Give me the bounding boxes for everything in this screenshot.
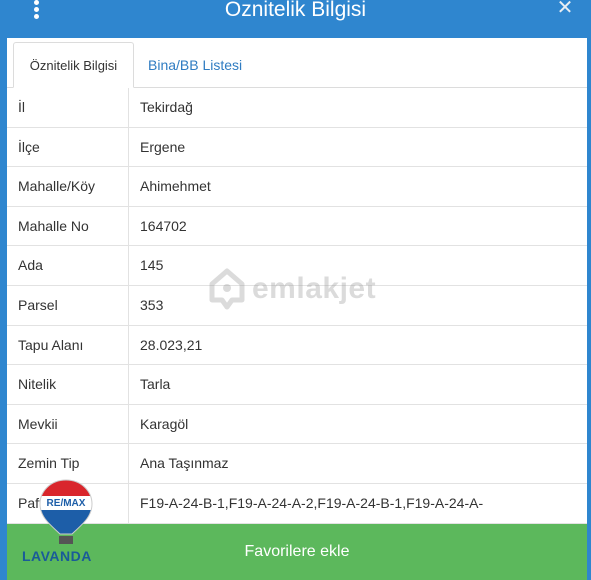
tab-attribute-info[interactable]: Öznitelik Bilgisi <box>13 42 134 88</box>
table-row: Mahalle No 164702 <box>7 206 587 247</box>
table-row: İl Tekirdağ <box>7 88 587 128</box>
table-row: Mahalle/Köy Ahimehmet <box>7 167 587 207</box>
row-value: Tekirdağ <box>140 99 193 115</box>
row-value: Tarla <box>140 376 171 393</box>
remax-brand-text: RE/MAX <box>47 498 86 509</box>
remax-balloon-icon: RE/MAX <box>39 479 93 544</box>
table-row: Mevkii Karagöl <box>7 404 587 445</box>
watermark-text: emlakjet <box>252 272 377 305</box>
row-value: 28.023,21 <box>140 336 203 353</box>
row-key: Mevkii <box>7 404 129 444</box>
emlakjet-watermark: emlakjet <box>208 266 388 312</box>
table-row: Nitelik Tarla <box>7 365 587 405</box>
row-key: İlçe <box>7 127 129 167</box>
row-value: 164702 <box>140 217 187 234</box>
attribute-info-modal: Öznitelik Bilgisi ✕ Öznitelik Bilgisi Bi… <box>0 0 591 580</box>
table-row: Tapu Alanı 28.023,21 <box>7 325 587 366</box>
table-row: İlçe Ergene <box>7 127 587 168</box>
row-value: Karagöl <box>140 415 189 432</box>
modal-border-right <box>587 38 591 580</box>
row-key: Parsel <box>7 285 129 325</box>
tab-bar: Öznitelik Bilgisi Bina/BB Listesi <box>7 38 587 88</box>
row-value: Ana Taşınmaz <box>140 455 229 472</box>
row-value: Ergene <box>140 138 186 155</box>
row-value: Ahimehmet <box>140 178 211 195</box>
remax-lavanda-logo: RE/MAX LAVANDA <box>18 474 118 580</box>
row-key: Ada <box>7 246 129 285</box>
modal-title: Öznitelik Bilgisi <box>224 0 367 21</box>
row-key: Tapu Alanı <box>7 325 129 365</box>
modal-border-left <box>0 38 7 580</box>
row-key: Nitelik <box>7 365 129 404</box>
office-name: LAVANDA <box>22 548 92 564</box>
close-icon[interactable]: ✕ <box>555 0 575 20</box>
tab-building-list[interactable]: Bina/BB Listesi <box>138 42 252 87</box>
house-pin-icon <box>209 268 245 310</box>
row-value: F19-A-24-B-1,F19-A-24-A-2,F19-A-24-B-1,F… <box>140 494 484 511</box>
modal-header: Öznitelik Bilgisi ✕ <box>0 0 591 38</box>
row-key: Mahalle/Köy <box>7 167 129 206</box>
row-key: İl <box>7 88 129 127</box>
row-key: Mahalle No <box>7 206 129 246</box>
